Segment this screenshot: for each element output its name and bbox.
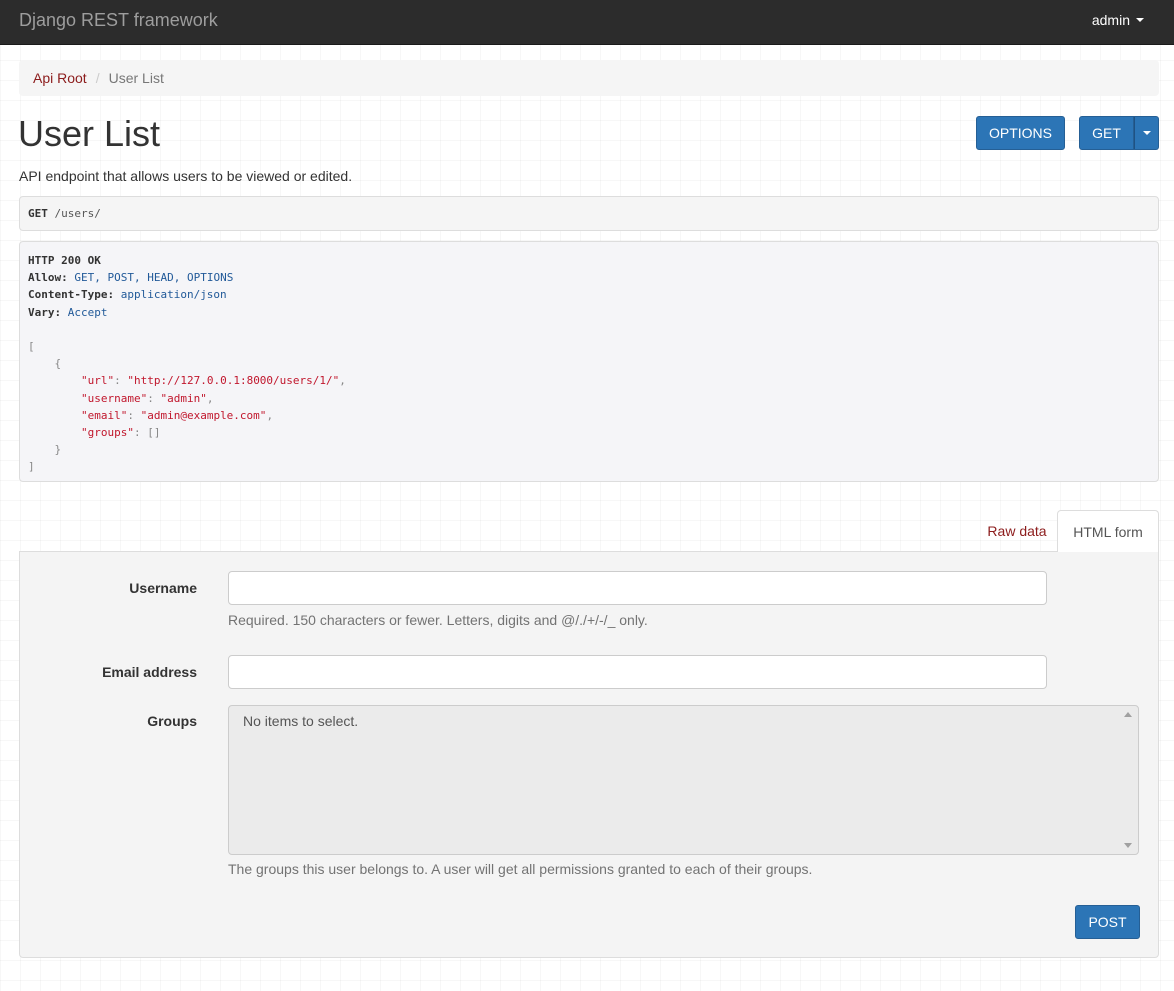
scroll-down-icon[interactable] — [1124, 843, 1132, 848]
request-info: GET /users/ — [19, 196, 1159, 231]
response-header-allow: Allow: GET, POST, HEAD, OPTIONS — [28, 271, 234, 285]
response-status: HTTP 200 OK — [28, 254, 101, 267]
request-method: GET — [28, 207, 48, 220]
tab-html-form[interactable]: HTML form — [1057, 510, 1159, 552]
caret-down-icon — [1136, 18, 1144, 22]
json-open-brace-line: { — [54, 357, 62, 371]
groups-label: Groups — [147, 713, 197, 729]
breadcrumb-api-root[interactable]: Api Root — [33, 70, 87, 86]
json-open-bracket: [ — [28, 339, 35, 353]
username-input[interactable] — [228, 571, 1047, 605]
response-header-vary: Vary: Accept — [28, 305, 108, 319]
brand-link[interactable]: Django REST framework — [19, 10, 218, 31]
username-help-text: Required. 150 characters or fewer. Lette… — [228, 612, 648, 628]
groups-select[interactable]: No items to select. — [228, 705, 1139, 855]
email-label: Email address — [102, 664, 197, 680]
html-form-panel: Username Required. 150 characters or few… — [19, 551, 1159, 958]
username-label: Username — [129, 580, 197, 596]
response-blank-line — [28, 321, 1150, 338]
tab-raw-data[interactable]: Raw data — [969, 510, 1065, 552]
json-field-username: "username": "admin", — [80, 391, 214, 405]
breadcrumb-separator: / — [95, 70, 100, 86]
json-close-brace-line: } — [54, 443, 62, 457]
scroll-up-icon[interactable] — [1124, 712, 1132, 717]
groups-empty-text: No items to select. — [243, 713, 359, 729]
json-field-email: "email": "admin@example.com", — [80, 408, 274, 422]
post-button[interactable]: POST — [1075, 905, 1140, 939]
navbar: Django REST framework admin — [0, 0, 1174, 45]
content-tabs: Raw data HTML form — [19, 510, 1159, 552]
user-menu-dropdown[interactable]: admin — [1092, 12, 1144, 28]
options-button[interactable]: OPTIONS — [976, 116, 1065, 150]
breadcrumb-current: User List — [108, 70, 164, 86]
get-format-dropdown[interactable] — [1134, 116, 1159, 150]
get-button-group: GET — [1079, 116, 1159, 150]
response-header-content-type: Content-Type: application/json — [28, 288, 227, 302]
user-name: admin — [1091, 12, 1130, 28]
page-description: API endpoint that allows users to be vie… — [19, 168, 353, 184]
json-field-url: "url": "http://127.0.0.1:8000/users/1/", — [80, 374, 346, 388]
email-input[interactable] — [228, 655, 1047, 689]
page-title: User List — [18, 113, 161, 154]
caret-down-icon — [1142, 131, 1151, 135]
json-close-bracket: ] — [28, 460, 35, 474]
json-field-groups: "groups": [] — [80, 425, 161, 439]
request-path: /users/ — [54, 207, 101, 220]
groups-help-text: The groups this user belongs to. A user … — [228, 861, 813, 877]
get-button[interactable]: GET — [1079, 116, 1134, 150]
breadcrumb: Api Root / User List — [19, 60, 1159, 96]
response-info: HTTP 200 OK Allow: GET, POST, HEAD, OPTIO… — [19, 241, 1159, 482]
